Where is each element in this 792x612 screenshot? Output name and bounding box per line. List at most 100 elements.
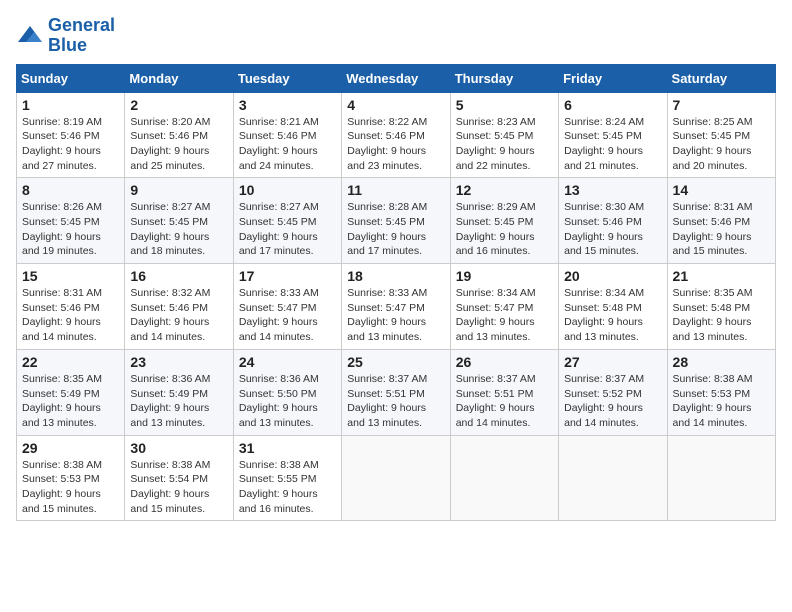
day-number: 23 <box>130 354 227 370</box>
day-number: 12 <box>456 182 553 198</box>
weekday-header-wednesday: Wednesday <box>342 64 450 92</box>
day-info: Sunrise: 8:26 AMSunset: 5:45 PMDaylight:… <box>22 200 119 259</box>
calendar-cell: 9 Sunrise: 8:27 AMSunset: 5:45 PMDaylight… <box>125 178 233 264</box>
day-info: Sunrise: 8:38 AMSunset: 5:54 PMDaylight:… <box>130 458 227 517</box>
calendar-cell: 1Sunrise: 8:19 AMSunset: 5:46 PMDaylight… <box>17 92 125 178</box>
day-number: 29 <box>22 440 119 456</box>
page-header: General Blue <box>16 16 776 56</box>
weekday-header-tuesday: Tuesday <box>233 64 341 92</box>
calendar-cell: 2 Sunrise: 8:20 AMSunset: 5:46 PMDaylight… <box>125 92 233 178</box>
weekday-header-friday: Friday <box>559 64 667 92</box>
calendar-cell: 24 Sunrise: 8:36 AMSunset: 5:50 PMDayligh… <box>233 349 341 435</box>
day-info: Sunrise: 8:29 AMSunset: 5:45 PMDaylight:… <box>456 200 553 259</box>
calendar-week-1: 1Sunrise: 8:19 AMSunset: 5:46 PMDaylight… <box>17 92 776 178</box>
day-number: 21 <box>673 268 770 284</box>
day-number: 17 <box>239 268 336 284</box>
day-info: Sunrise: 8:38 AMSunset: 5:53 PMDaylight:… <box>673 372 770 431</box>
day-number: 1 <box>22 97 119 113</box>
calendar-cell: 14 Sunrise: 8:31 AMSunset: 5:46 PMDayligh… <box>667 178 775 264</box>
day-info: Sunrise: 8:38 AMSunset: 5:55 PMDaylight:… <box>239 458 336 517</box>
day-number: 13 <box>564 182 661 198</box>
weekday-header-monday: Monday <box>125 64 233 92</box>
day-number: 2 <box>130 97 227 113</box>
day-info: Sunrise: 8:27 AMSunset: 5:45 PMDaylight:… <box>130 200 227 259</box>
calendar-cell: 6 Sunrise: 8:24 AMSunset: 5:45 PMDaylight… <box>559 92 667 178</box>
day-info: Sunrise: 8:34 AMSunset: 5:47 PMDaylight:… <box>456 286 553 345</box>
calendar-header-row: SundayMondayTuesdayWednesdayThursdayFrid… <box>17 64 776 92</box>
calendar-cell: 15Sunrise: 8:31 AMSunset: 5:46 PMDayligh… <box>17 264 125 350</box>
day-info: Sunrise: 8:31 AMSunset: 5:46 PMDaylight:… <box>22 286 119 345</box>
calendar-cell: 7 Sunrise: 8:25 AMSunset: 5:45 PMDaylight… <box>667 92 775 178</box>
calendar-cell: 22 Sunrise: 8:35 AMSunset: 5:49 PMDayligh… <box>17 349 125 435</box>
logo: General Blue <box>16 16 115 56</box>
calendar-week-3: 15Sunrise: 8:31 AMSunset: 5:46 PMDayligh… <box>17 264 776 350</box>
calendar-cell <box>450 435 558 521</box>
day-number: 25 <box>347 354 444 370</box>
calendar-cell: 17Sunrise: 8:33 AMSunset: 5:47 PMDayligh… <box>233 264 341 350</box>
day-number: 10 <box>239 182 336 198</box>
calendar-table: SundayMondayTuesdayWednesdayThursdayFrid… <box>16 64 776 522</box>
weekday-header-thursday: Thursday <box>450 64 558 92</box>
day-number: 28 <box>673 354 770 370</box>
day-info: Sunrise: 8:36 AMSunset: 5:50 PMDaylight:… <box>239 372 336 431</box>
calendar-week-2: 8 Sunrise: 8:26 AMSunset: 5:45 PMDaylight… <box>17 178 776 264</box>
day-info: Sunrise: 8:37 AMSunset: 5:52 PMDaylight:… <box>564 372 661 431</box>
day-number: 30 <box>130 440 227 456</box>
day-number: 27 <box>564 354 661 370</box>
day-info: Sunrise: 8:28 AMSunset: 5:45 PMDaylight:… <box>347 200 444 259</box>
day-info: Sunrise: 8:20 AMSunset: 5:46 PMDaylight:… <box>130 115 227 174</box>
calendar-cell: 18Sunrise: 8:33 AMSunset: 5:47 PMDayligh… <box>342 264 450 350</box>
day-number: 16 <box>130 268 227 284</box>
calendar-week-5: 29Sunrise: 8:38 AMSunset: 5:53 PMDayligh… <box>17 435 776 521</box>
calendar-cell: 21 Sunrise: 8:35 AMSunset: 5:48 PMDayligh… <box>667 264 775 350</box>
day-info: Sunrise: 8:30 AMSunset: 5:46 PMDaylight:… <box>564 200 661 259</box>
calendar-cell: 16 Sunrise: 8:32 AMSunset: 5:46 PMDayligh… <box>125 264 233 350</box>
day-number: 9 <box>130 182 227 198</box>
day-number: 18 <box>347 268 444 284</box>
calendar-cell: 26Sunrise: 8:37 AMSunset: 5:51 PMDayligh… <box>450 349 558 435</box>
calendar-cell: 27 Sunrise: 8:37 AMSunset: 5:52 PMDayligh… <box>559 349 667 435</box>
day-number: 5 <box>456 97 553 113</box>
day-info: Sunrise: 8:35 AMSunset: 5:49 PMDaylight:… <box>22 372 119 431</box>
weekday-header-saturday: Saturday <box>667 64 775 92</box>
day-info: Sunrise: 8:31 AMSunset: 5:46 PMDaylight:… <box>673 200 770 259</box>
calendar-body: 1Sunrise: 8:19 AMSunset: 5:46 PMDaylight… <box>17 92 776 521</box>
calendar-cell <box>342 435 450 521</box>
calendar-cell: 13 Sunrise: 8:30 AMSunset: 5:46 PMDayligh… <box>559 178 667 264</box>
day-number: 11 <box>347 182 444 198</box>
calendar-cell: 25 Sunrise: 8:37 AMSunset: 5:51 PMDayligh… <box>342 349 450 435</box>
day-info: Sunrise: 8:37 AMSunset: 5:51 PMDaylight:… <box>347 372 444 431</box>
logo-icon <box>16 22 44 50</box>
day-number: 14 <box>673 182 770 198</box>
calendar-cell <box>667 435 775 521</box>
day-number: 8 <box>22 182 119 198</box>
calendar-cell: 23 Sunrise: 8:36 AMSunset: 5:49 PMDayligh… <box>125 349 233 435</box>
calendar-cell: 19Sunrise: 8:34 AMSunset: 5:47 PMDayligh… <box>450 264 558 350</box>
day-number: 20 <box>564 268 661 284</box>
weekday-header-sunday: Sunday <box>17 64 125 92</box>
day-number: 22 <box>22 354 119 370</box>
day-info: Sunrise: 8:27 AMSunset: 5:45 PMDaylight:… <box>239 200 336 259</box>
calendar-cell: 31Sunrise: 8:38 AMSunset: 5:55 PMDayligh… <box>233 435 341 521</box>
calendar-cell: 20Sunrise: 8:34 AMSunset: 5:48 PMDayligh… <box>559 264 667 350</box>
day-info: Sunrise: 8:32 AMSunset: 5:46 PMDaylight:… <box>130 286 227 345</box>
calendar-cell: 11 Sunrise: 8:28 AMSunset: 5:45 PMDayligh… <box>342 178 450 264</box>
day-info: Sunrise: 8:22 AMSunset: 5:46 PMDaylight:… <box>347 115 444 174</box>
day-number: 6 <box>564 97 661 113</box>
day-number: 24 <box>239 354 336 370</box>
calendar-cell: 29Sunrise: 8:38 AMSunset: 5:53 PMDayligh… <box>17 435 125 521</box>
day-info: Sunrise: 8:36 AMSunset: 5:49 PMDaylight:… <box>130 372 227 431</box>
day-number: 7 <box>673 97 770 113</box>
calendar-cell: 28 Sunrise: 8:38 AMSunset: 5:53 PMDayligh… <box>667 349 775 435</box>
calendar-cell <box>559 435 667 521</box>
day-number: 3 <box>239 97 336 113</box>
day-info: Sunrise: 8:25 AMSunset: 5:45 PMDaylight:… <box>673 115 770 174</box>
day-info: Sunrise: 8:35 AMSunset: 5:48 PMDaylight:… <box>673 286 770 345</box>
calendar-cell: 3Sunrise: 8:21 AMSunset: 5:46 PMDaylight… <box>233 92 341 178</box>
day-info: Sunrise: 8:37 AMSunset: 5:51 PMDaylight:… <box>456 372 553 431</box>
calendar-cell: 5 Sunrise: 8:23 AMSunset: 5:45 PMDaylight… <box>450 92 558 178</box>
logo-text: General Blue <box>48 16 115 56</box>
day-info: Sunrise: 8:23 AMSunset: 5:45 PMDaylight:… <box>456 115 553 174</box>
calendar-week-4: 22 Sunrise: 8:35 AMSunset: 5:49 PMDayligh… <box>17 349 776 435</box>
day-info: Sunrise: 8:24 AMSunset: 5:45 PMDaylight:… <box>564 115 661 174</box>
